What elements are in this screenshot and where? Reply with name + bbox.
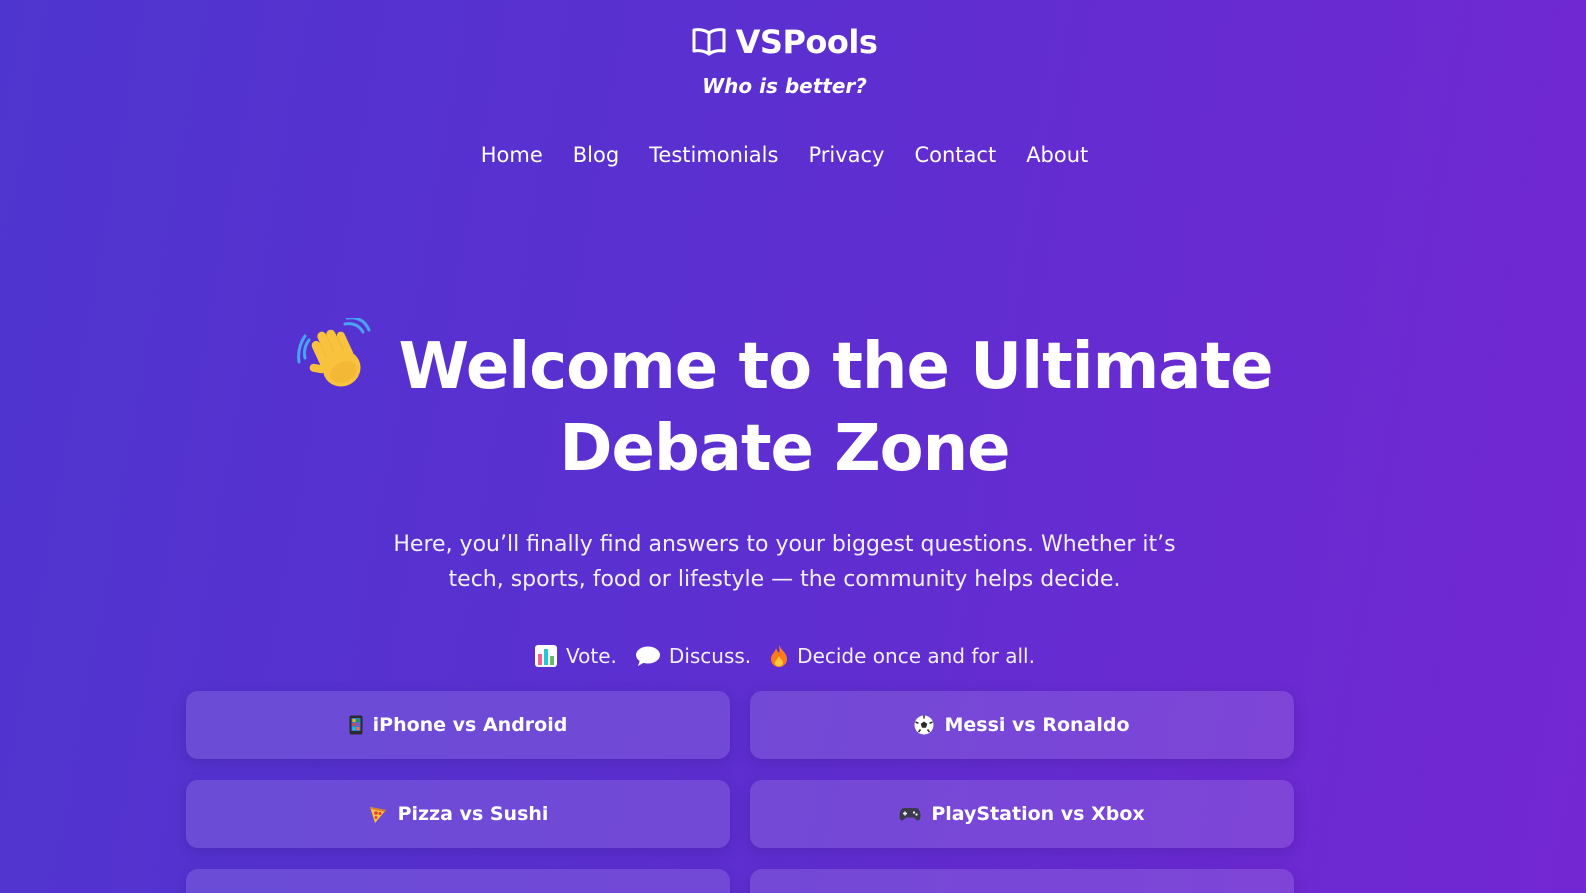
hero-description: Here, you’ll finally find answers to you… (393, 532, 1176, 592)
debate-label: Pizza vs Sushi (397, 803, 549, 825)
fire-icon (769, 644, 789, 668)
debate-card-iphone-vs-android[interactable]: iPhone vs Android (186, 691, 730, 759)
debate-card-pizza-vs-sushi[interactable]: Pizza vs Sushi (186, 780, 730, 848)
speech-bubble-icon (635, 645, 661, 667)
nav-home[interactable]: Home (481, 140, 543, 170)
bar-chart-icon (534, 644, 558, 668)
debate-card-messi-vs-ronaldo[interactable]: Messi vs Ronaldo (750, 691, 1294, 759)
feature-list: Vote. Discuss. Decide once and for all. (534, 641, 1035, 671)
hero-title: Welcome to the Ultimate Debate Zone (225, 316, 1345, 487)
open-book-icon (692, 27, 726, 57)
nav-testimonials[interactable]: Testimonials (649, 140, 778, 170)
feature-decide: Decide once and for all. (797, 644, 1035, 668)
pizza-icon (368, 804, 388, 824)
nav-privacy[interactable]: Privacy (808, 140, 884, 170)
main-nav: Home Blog Testimonials Privacy Contact A… (0, 140, 1569, 170)
nav-about[interactable]: About (1026, 140, 1088, 170)
nav-contact[interactable]: Contact (914, 140, 996, 170)
site-name: VSPools (735, 23, 878, 61)
debate-card-playstation-vs-xbox[interactable]: PlayStation vs Xbox (750, 780, 1294, 848)
nav-blog[interactable]: Blog (573, 140, 619, 170)
debate-label: PlayStation vs Xbox (931, 803, 1145, 825)
hero-title-line-2: Debate Zone (559, 412, 1010, 486)
debate-card-partial[interactable] (750, 869, 1294, 893)
hero-title-line-1: Welcome to the Ultimate (398, 330, 1274, 404)
game-controller-icon (899, 806, 921, 822)
site-header: VSPools Who is better? (0, 22, 1569, 98)
site-tagline: Who is better? (702, 74, 867, 98)
debate-card-partial[interactable] (186, 869, 730, 893)
smartphone-icon (349, 715, 363, 735)
waving-hand-icon (296, 316, 377, 411)
soccer-ball-icon (914, 715, 934, 735)
debate-label: iPhone vs Android (372, 714, 568, 736)
feature-discuss: Discuss. (668, 644, 752, 668)
debate-grid: iPhone vs Android Messi vs Ronaldo Pizza… (186, 691, 1294, 893)
hero-section: Welcome to the Ultimate Debate Zone Here… (0, 316, 1569, 672)
page-scrollbar[interactable] (1569, 0, 1586, 893)
feature-vote: Vote. (566, 644, 617, 668)
debate-label: Messi vs Ronaldo (944, 714, 1130, 736)
brand-link[interactable]: VSPools (692, 22, 878, 62)
